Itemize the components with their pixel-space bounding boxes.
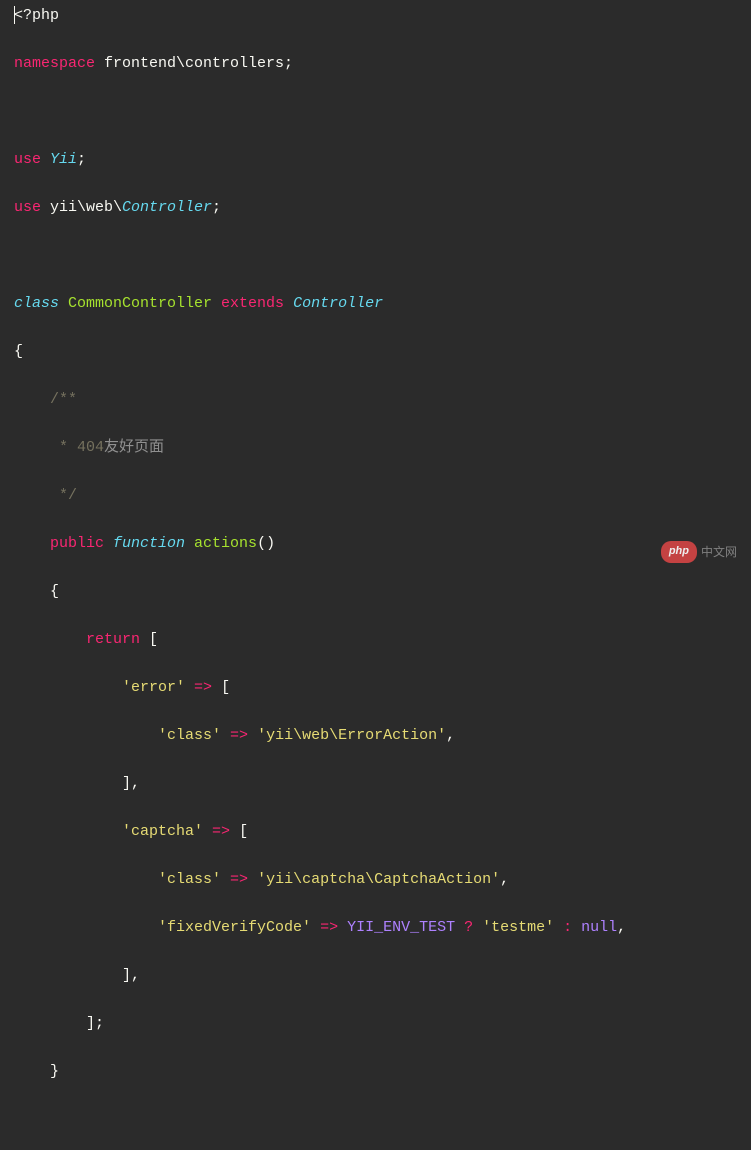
string: 'yii\captcha\CaptchaAction': [257, 871, 500, 888]
string: 'testme': [482, 919, 554, 936]
code-line: ],: [0, 772, 751, 796]
keyword: class: [14, 295, 59, 312]
code-line: */: [0, 484, 751, 508]
indent: [14, 823, 122, 840]
code-line: * 404友好页面: [0, 436, 751, 460]
code-line: 'class' => 'yii\web\ErrorAction',: [0, 724, 751, 748]
string: 'class': [158, 871, 221, 888]
class-ref: Controller: [122, 199, 212, 216]
code-line: public function actions(): [0, 532, 751, 556]
keyword: extends: [221, 295, 284, 312]
indent: [14, 775, 122, 792]
code-line: use Yii;: [0, 148, 751, 172]
code-line: <?php: [0, 4, 751, 28]
class-ref: Controller: [293, 295, 383, 312]
text: ;: [212, 199, 221, 216]
code-line: /**: [0, 388, 751, 412]
indent: [14, 679, 122, 696]
keyword: namespace: [14, 55, 95, 72]
code-line: ],: [0, 964, 751, 988]
code-line: 'class' => 'yii\captcha\CaptchaAction',: [0, 868, 751, 892]
code-line: }: [0, 1060, 751, 1084]
php-tag: <?php: [14, 7, 59, 24]
operator: =>: [311, 919, 347, 936]
code-line: return [: [0, 628, 751, 652]
comment: * 404: [14, 439, 104, 456]
text: ;: [77, 151, 86, 168]
code-line: {: [0, 340, 751, 364]
text: ,: [617, 919, 626, 936]
operator: :: [554, 919, 581, 936]
function-name: actions: [185, 535, 257, 552]
text: [41, 151, 50, 168]
bracket: [: [239, 823, 248, 840]
code-line: [0, 100, 751, 124]
text: ,: [446, 727, 455, 744]
text: ,: [500, 871, 509, 888]
code-line: ];: [0, 1012, 751, 1036]
watermark-text: 中文网: [701, 543, 737, 562]
operator: =>: [203, 823, 239, 840]
code-block: <?php namespace frontend\controllers; us…: [0, 4, 751, 1150]
comment: */: [14, 487, 77, 504]
watermark-logo: php: [661, 541, 697, 563]
namespace-path: frontend\controllers;: [95, 55, 293, 72]
brace: {: [14, 583, 59, 600]
keyword: public: [14, 535, 104, 552]
string: 'captcha': [122, 823, 203, 840]
class-name: CommonController: [59, 295, 221, 312]
code-line: [0, 244, 751, 268]
text: (): [257, 535, 275, 552]
keyword: return: [14, 631, 140, 648]
bracket: ];: [14, 1015, 104, 1032]
indent: [14, 967, 122, 984]
operator: ?: [455, 919, 482, 936]
operator: =>: [221, 871, 257, 888]
constant: YII_ENV_TEST: [347, 919, 455, 936]
code-line: 'fixedVerifyCode' => YII_ENV_TEST ? 'tes…: [0, 916, 751, 940]
text: [104, 535, 113, 552]
code-line: namespace frontend\controllers;: [0, 52, 751, 76]
string: 'error': [122, 679, 185, 696]
brace: {: [14, 343, 23, 360]
code-line: [0, 1108, 751, 1132]
keyword: function: [113, 535, 185, 552]
code-line: 'error' => [: [0, 676, 751, 700]
string: 'class': [158, 727, 221, 744]
keyword: use: [14, 151, 41, 168]
code-line: use yii\web\Controller;: [0, 196, 751, 220]
operator: =>: [221, 727, 257, 744]
constant: null: [581, 919, 617, 936]
string: 'yii\web\ErrorAction': [257, 727, 446, 744]
code-line: 'captcha' => [: [0, 820, 751, 844]
operator: =>: [185, 679, 221, 696]
text: [284, 295, 293, 312]
comment: 友好页面: [104, 439, 164, 456]
brace: }: [14, 1063, 59, 1080]
bracket: [: [221, 679, 230, 696]
string: 'fixedVerifyCode': [158, 919, 311, 936]
text: [: [140, 631, 158, 648]
text: yii\web\: [41, 199, 122, 216]
code-line: {: [0, 580, 751, 604]
class-ref: Yii: [50, 151, 77, 168]
bracket: ],: [122, 967, 140, 984]
code-line: class CommonController extends Controlle…: [0, 292, 751, 316]
indent: [14, 727, 158, 744]
bracket: ],: [122, 775, 140, 792]
comment: /**: [14, 391, 77, 408]
watermark: php 中文网: [661, 541, 737, 563]
indent: [14, 919, 158, 936]
keyword: use: [14, 199, 41, 216]
indent: [14, 871, 158, 888]
